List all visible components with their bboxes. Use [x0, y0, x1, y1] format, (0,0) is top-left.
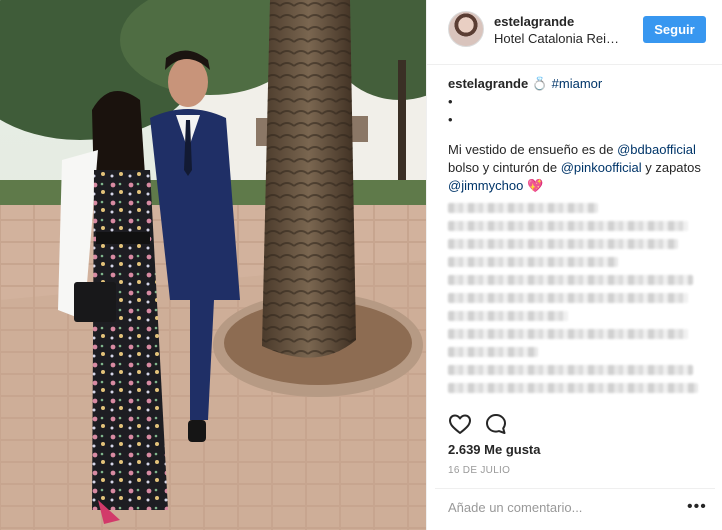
blurred-line [448, 275, 693, 285]
blurred-line [448, 311, 568, 321]
post-date[interactable]: 16 DE JULIO [448, 465, 510, 476]
blurred-line [448, 239, 678, 249]
blurred-comments [448, 203, 706, 393]
author-location[interactable]: Hotel Catalonia Rei… [494, 31, 619, 46]
comment-icon[interactable] [484, 412, 508, 441]
photo-illustration [0, 0, 426, 530]
blurred-line [448, 257, 618, 267]
blurred-line [448, 221, 688, 231]
blurred-line [448, 383, 698, 393]
blurred-line [448, 365, 693, 375]
blurred-line [448, 347, 538, 357]
post-side-panel: estelagrande Hotel Catalonia Rei… Seguir… [426, 0, 722, 530]
blurred-line [448, 293, 688, 303]
post-caption: estelagrande 💍 #miamor • • Mi vestido de… [448, 75, 706, 401]
caption-first-line: estelagrande 💍 #miamor [448, 75, 706, 93]
ring-emoji: 💍 [531, 76, 549, 91]
caption-username[interactable]: estelagrande [448, 76, 528, 91]
post-header: estelagrande Hotel Catalonia Rei… Seguir [427, 0, 722, 65]
caption-text: bolso y cinturón de [448, 160, 561, 175]
post-photo[interactable] [0, 0, 426, 530]
author-username[interactable]: estelagrande [494, 14, 574, 29]
caption-bullet: • [448, 94, 453, 109]
mention-link[interactable]: @jimmychoo [448, 178, 523, 193]
avatar[interactable] [448, 11, 484, 47]
more-options-button[interactable]: ••• [687, 498, 707, 516]
caption-text: Mi vestido de ensueño es de [448, 142, 618, 157]
comment-bar: ••• [435, 488, 715, 529]
hashtag-link[interactable]: #miamor [552, 76, 603, 91]
caption-text: y zapatos [641, 160, 701, 175]
caption-body: Mi vestido de ensueño es de @bdbaofficia… [448, 141, 706, 195]
follow-button[interactable]: Seguir [643, 16, 706, 43]
comment-input[interactable] [448, 500, 678, 515]
likes-count[interactable]: 2.639 Me gusta [448, 442, 541, 457]
caption-bullet: • [448, 112, 453, 127]
heart-emoji: 💖 [526, 178, 544, 193]
heart-icon[interactable] [448, 412, 472, 441]
blurred-line [448, 329, 688, 339]
blurred-line [448, 203, 598, 213]
mention-link[interactable]: @bdbaofficial [617, 142, 696, 157]
mention-link[interactable]: @pinkoofficial [561, 160, 642, 175]
